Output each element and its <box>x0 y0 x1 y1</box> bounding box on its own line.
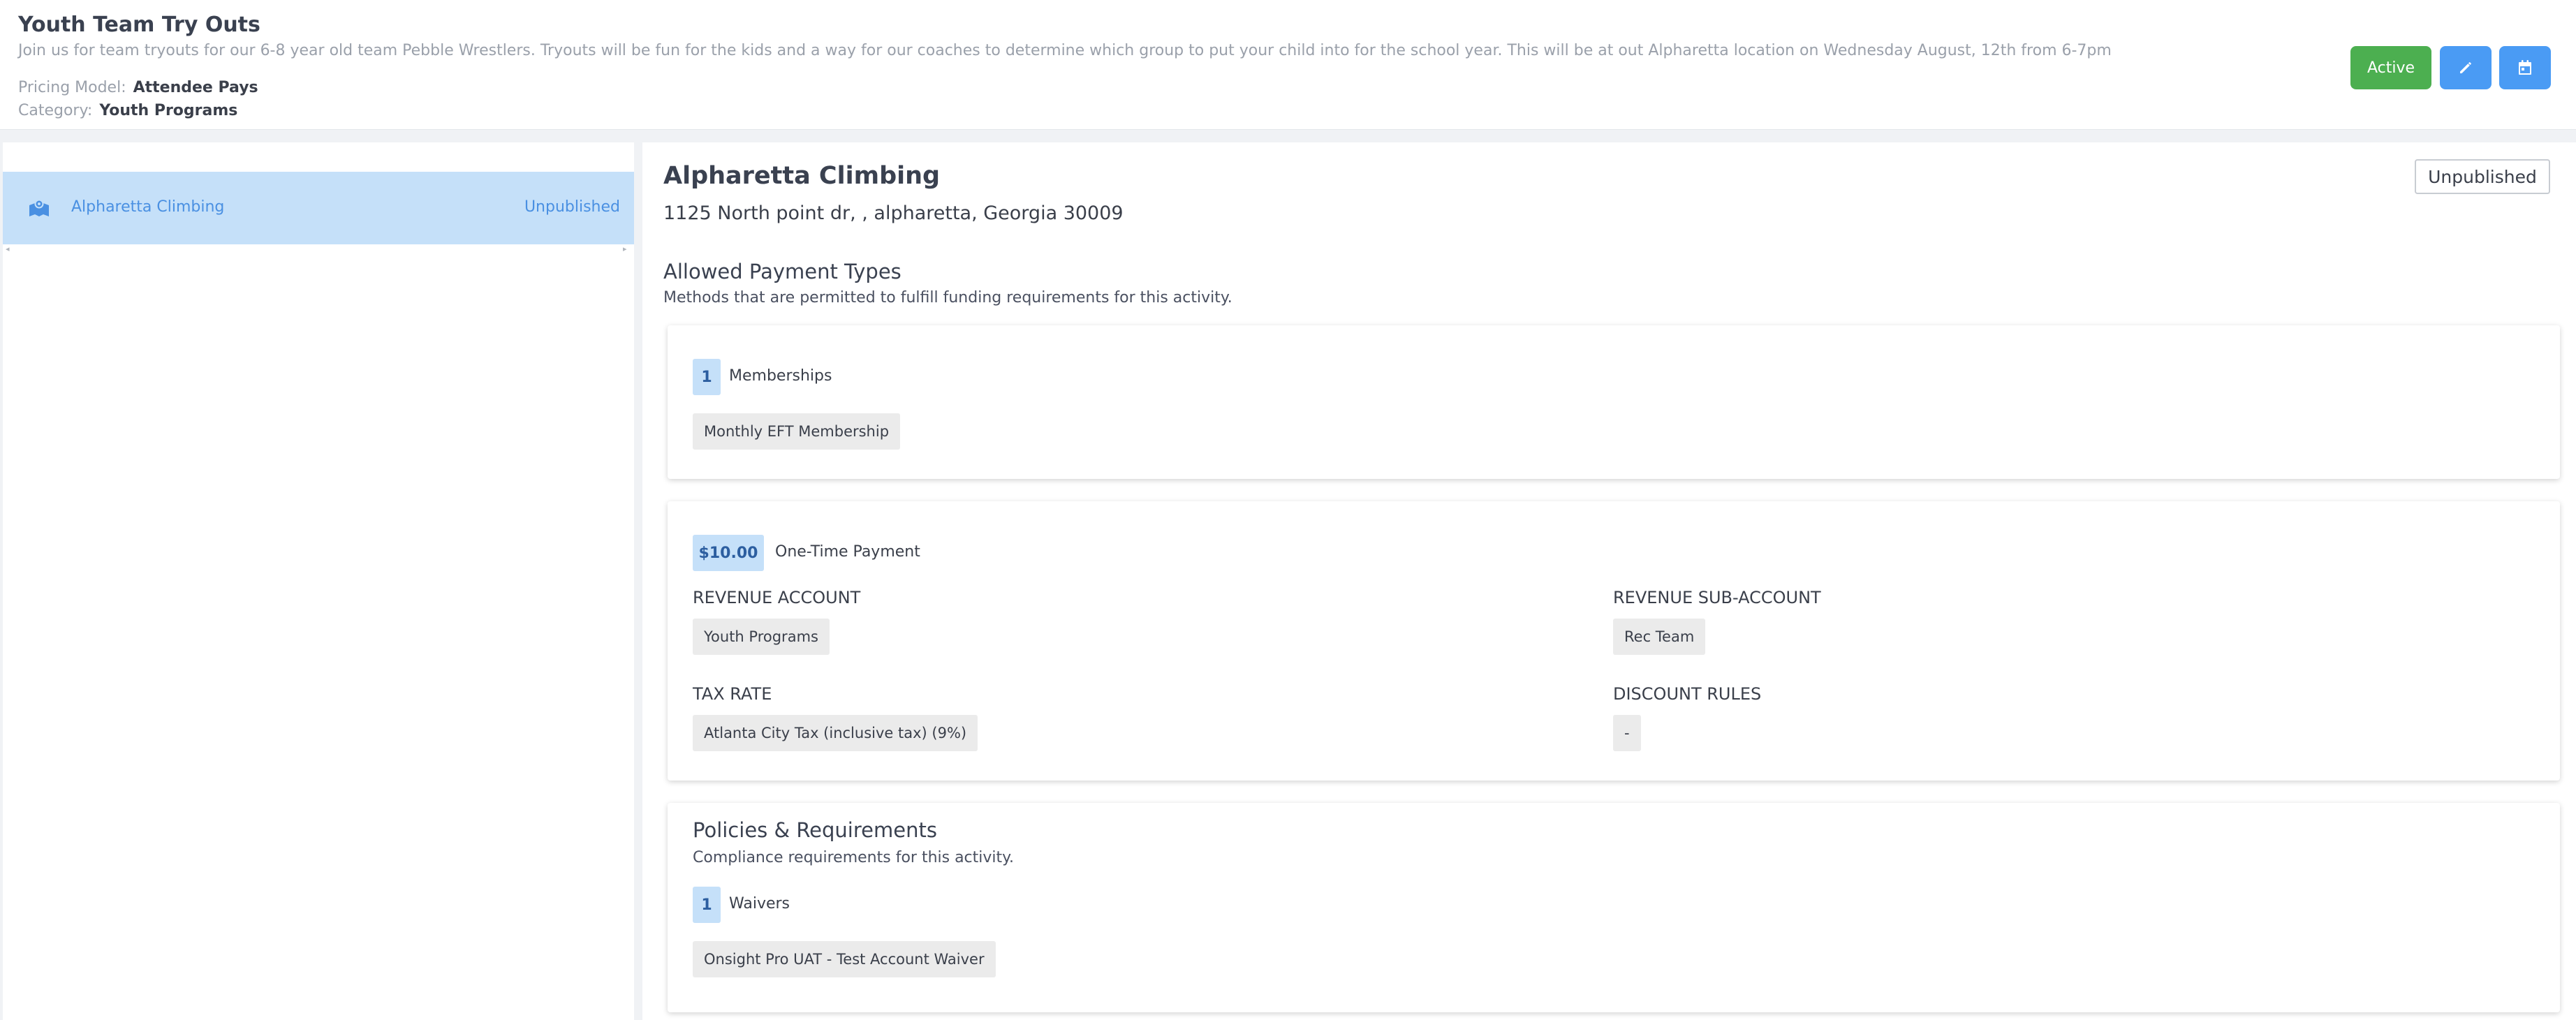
event-description: Join us for team tryouts for our 6-8 yea… <box>18 42 2112 59</box>
policies-card: Policies & Requirements Compliance requi… <box>668 803 2560 1012</box>
calendar-icon <box>2519 60 2531 75</box>
sidebar-item-status: Unpublished <box>524 198 620 216</box>
location-address: 1125 North point dr, , alpharetta, Georg… <box>663 202 1124 224</box>
location-detail-panel: Alpharetta Climbing Unpublished 1125 Nor… <box>642 142 2576 1020</box>
page-title: Youth Team Try Outs <box>18 13 260 37</box>
category-value: Youth Programs <box>99 102 238 119</box>
category-label: Category: <box>18 102 93 119</box>
revenue-sub-account-label: REVENUE SUB-ACCOUNT <box>1613 588 1821 607</box>
one-time-payment-label: One-Time Payment <box>775 543 920 561</box>
policies-title: Policies & Requirements <box>693 818 937 842</box>
waiver-chip: Onsight Pro UAT - Test Account Waiver <box>693 941 996 977</box>
policies-subtitle: Compliance requirements for this activit… <box>693 849 1015 866</box>
publish-status-badge[interactable]: Unpublished <box>2415 159 2550 194</box>
pricing-model-value: Attendee Pays <box>133 79 258 96</box>
tax-rate-value: Atlanta City Tax (inclusive tax) (9%) <box>693 715 978 751</box>
revenue-account-value: Youth Programs <box>693 619 830 655</box>
memberships-card: 1 Memberships Monthly EFT Membership <box>668 325 2560 479</box>
discount-rules-value: - <box>1613 715 1641 751</box>
pricing-model-label: Pricing Model: <box>18 79 126 96</box>
payment-types-title: Allowed Payment Types <box>663 260 901 283</box>
edit-button[interactable] <box>2440 46 2492 89</box>
payment-types-subtitle: Methods that are permitted to fulfill fu… <box>663 289 1232 306</box>
one-time-payment-card: $10.00 One-Time Payment REVENUE ACCOUNT … <box>668 501 2560 781</box>
sidebar-item-alpharetta-climbing[interactable]: Alpharetta Climbing Unpublished <box>3 172 634 244</box>
membership-chip: Monthly EFT Membership <box>693 413 901 450</box>
revenue-account-label: REVENUE ACCOUNT <box>693 588 861 607</box>
revenue-sub-account-value: Rec Team <box>1613 619 1706 655</box>
scroll-left-arrow-icon[interactable]: ◂ <box>6 244 10 253</box>
scroll-right-arrow-icon[interactable]: ▸ <box>623 244 627 253</box>
locations-sidebar: Alpharetta Climbing Unpublished ◂ ▸ <box>3 142 634 1020</box>
pencil-icon <box>2460 62 2471 73</box>
discount-rules-label: DISCOUNT RULES <box>1613 684 1762 704</box>
payment-amount-badge: $10.00 <box>693 535 764 571</box>
waivers-count-badge: 1 <box>693 887 721 923</box>
map-icon <box>29 199 49 216</box>
active-status-button[interactable]: Active <box>2350 46 2431 89</box>
memberships-count-badge: 1 <box>693 359 721 395</box>
page-header: Youth Team Try Outs Join us for team try… <box>0 0 2576 130</box>
memberships-label: Memberships <box>729 367 832 385</box>
waivers-label: Waivers <box>729 895 790 912</box>
location-title: Alpharetta Climbing <box>663 162 941 190</box>
category-row: Category: Youth Programs <box>18 102 237 119</box>
schedule-button[interactable] <box>2499 46 2551 89</box>
tax-rate-label: TAX RATE <box>693 684 772 704</box>
sidebar-item-label: Alpharetta Climbing <box>71 198 225 216</box>
pricing-model-row: Pricing Model: Attendee Pays <box>18 79 258 96</box>
